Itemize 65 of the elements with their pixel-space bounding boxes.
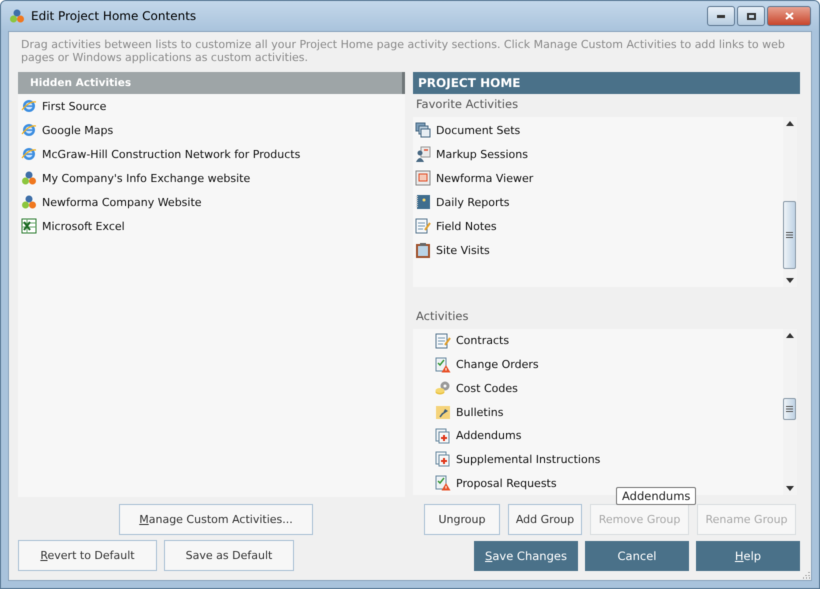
section-label: Activities bbox=[415, 308, 470, 325]
maximize-icon bbox=[746, 12, 756, 20]
group-button[interactable]: Add Group bbox=[508, 504, 582, 535]
close-icon bbox=[784, 12, 794, 20]
globe-e-icon bbox=[21, 98, 37, 114]
activity-item[interactable]: Document Sets bbox=[415, 118, 783, 142]
activity-item[interactable]: First Source bbox=[21, 94, 405, 118]
activity-item[interactable]: Field Notes bbox=[415, 214, 783, 238]
down-arrow-icon[interactable] bbox=[786, 486, 794, 491]
window-title: Edit Project Home Contents bbox=[31, 9, 198, 23]
activity-item[interactable]: Cost Codes bbox=[435, 376, 783, 400]
minimize-icon bbox=[717, 14, 725, 18]
document-plus-icon bbox=[435, 451, 451, 468]
scroll-thumb[interactable] bbox=[783, 398, 796, 420]
people-icon bbox=[415, 146, 431, 162]
three-circles-icon bbox=[9, 8, 25, 24]
scroll-thumb[interactable] bbox=[783, 201, 796, 269]
three-circles-icon bbox=[21, 170, 37, 186]
resize-grip-icon[interactable] bbox=[802, 571, 810, 579]
spreadsheet-icon bbox=[21, 218, 37, 234]
activity-item[interactable]: Newforma Company Website bbox=[21, 190, 405, 214]
activity-item[interactable]: Supplemental Instructions bbox=[435, 448, 783, 472]
close-button[interactable] bbox=[767, 6, 811, 26]
activity-item[interactable]: McGraw-Hill Construction Network for Products bbox=[21, 142, 405, 166]
activity-item[interactable]: Newforma Viewer bbox=[415, 166, 783, 190]
activity-item[interactable]: Google Maps bbox=[21, 118, 405, 142]
manage-button[interactable]: Manage Custom Activities... bbox=[119, 504, 313, 535]
clipboard-icon bbox=[415, 242, 431, 258]
notebook-icon bbox=[415, 194, 431, 210]
dialog-button[interactable]: Help bbox=[696, 540, 800, 570]
document-plus-icon bbox=[435, 428, 451, 444]
windows-stack-icon bbox=[415, 122, 431, 138]
maximize-button[interactable] bbox=[737, 6, 765, 26]
globe-e-icon bbox=[21, 146, 37, 162]
activity-item[interactable]: Daily Reports bbox=[415, 190, 783, 214]
section-label: Favorite Activities bbox=[415, 96, 520, 113]
group-button[interactable]: Ungroup bbox=[424, 504, 500, 535]
gear-coins-icon bbox=[435, 380, 451, 396]
document-warning-icon bbox=[435, 475, 451, 492]
default-button[interactable]: Revert to Default bbox=[18, 540, 157, 571]
down-arrow-icon[interactable] bbox=[786, 278, 794, 283]
tooltip: Addendums bbox=[616, 487, 696, 505]
activity-item[interactable]: Site Visits bbox=[415, 238, 783, 262]
activity-item[interactable]: Markup Sessions bbox=[415, 142, 783, 166]
pinned-note-icon bbox=[435, 404, 451, 420]
activity-item[interactable]: Contracts bbox=[435, 329, 783, 353]
default-button[interactable]: Save as Default bbox=[164, 540, 294, 571]
panel-header: PROJECT HOME bbox=[413, 72, 800, 94]
activity-item[interactable]: Microsoft Excel bbox=[21, 214, 405, 238]
note-pencil-icon bbox=[435, 332, 451, 349]
activity-item[interactable]: Change Orders bbox=[435, 352, 783, 376]
activity-item[interactable]: Bulletins bbox=[435, 400, 783, 424]
activity-item[interactable]: Addendums bbox=[435, 424, 783, 448]
document-warning-icon bbox=[435, 356, 451, 373]
globe-e-icon bbox=[21, 122, 37, 138]
viewer-icon bbox=[415, 170, 431, 186]
panel-header: Hidden Activities bbox=[18, 72, 405, 94]
up-arrow-icon[interactable] bbox=[786, 333, 794, 338]
minimize-button[interactable] bbox=[707, 6, 735, 26]
three-circles-icon bbox=[21, 194, 37, 210]
instructions-text: Drag activities between lists to customize all your Project Home page activity sections. Click Manage Custom Activities to add links to web pages or Windows applications as custom activities. bbox=[21, 38, 786, 64]
up-arrow-icon[interactable] bbox=[786, 121, 794, 126]
dialog-button[interactable]: Cancel bbox=[585, 540, 689, 570]
activity-item[interactable]: My Company's Info Exchange website bbox=[21, 166, 405, 190]
dialog-button[interactable]: Save Changes bbox=[474, 540, 578, 570]
